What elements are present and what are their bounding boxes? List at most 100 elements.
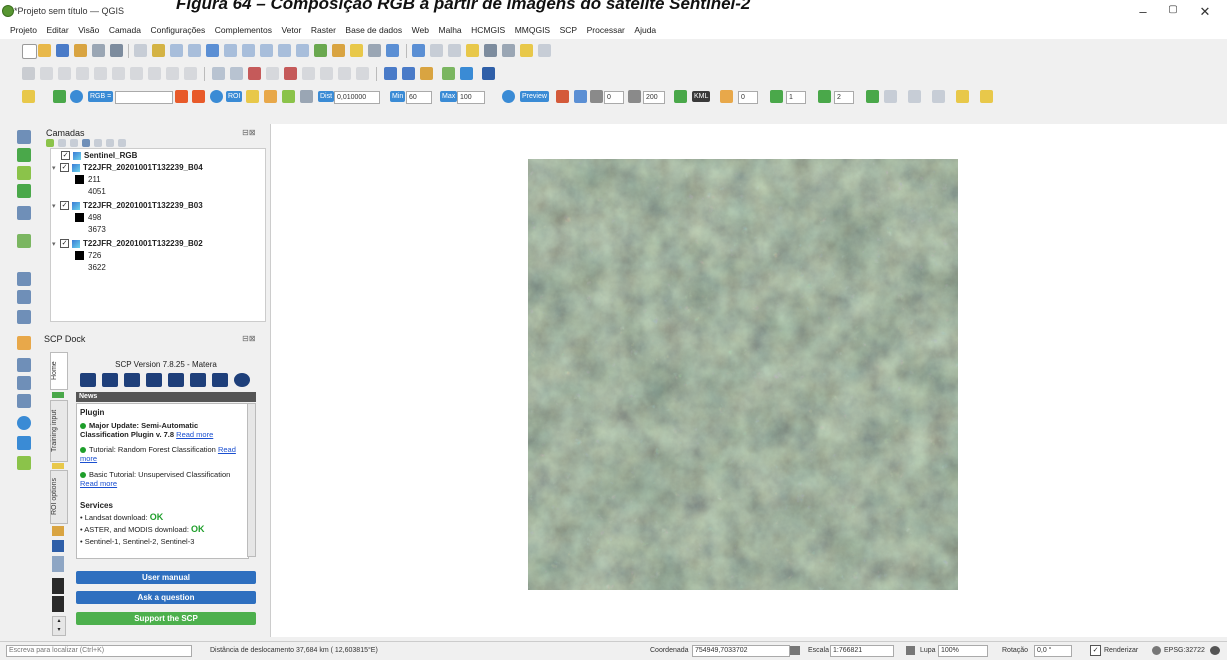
scp-band-calc-icon[interactable] <box>190 373 206 387</box>
menu-raster[interactable]: Raster <box>311 25 336 35</box>
menu-editar[interactable]: Editar <box>46 25 68 35</box>
scp-preprocessing-icon[interactable] <box>146 373 162 387</box>
add-virtual-layer-icon[interactable] <box>17 310 31 324</box>
preview-size-icon[interactable] <box>628 90 641 103</box>
map-tips-icon[interactable] <box>350 44 363 57</box>
layer-checkbox[interactable]: ✓ <box>60 239 69 249</box>
zoom-temp-roi-icon[interactable] <box>210 90 223 103</box>
add-wfs-icon[interactable] <box>17 336 31 350</box>
manage-themes-icon[interactable] <box>70 139 78 147</box>
zoom-native-icon[interactable] <box>260 44 273 57</box>
menu-base-de-dados[interactable]: Base de dados <box>345 25 402 35</box>
lock-scale-icon[interactable] <box>906 646 915 655</box>
zoom-next-icon[interactable] <box>296 44 309 57</box>
add-point-cloud-icon[interactable] <box>17 456 31 470</box>
toolbox-icon[interactable] <box>466 44 479 57</box>
field-calculator-icon[interactable] <box>448 44 461 57</box>
save-as-icon[interactable] <box>74 44 87 57</box>
layout-manager-icon[interactable] <box>110 44 123 57</box>
classification-icon[interactable] <box>674 90 687 103</box>
plugin-icon-1[interactable] <box>908 90 921 103</box>
messages-icon[interactable] <box>1210 646 1220 655</box>
create-roi-icon[interactable] <box>246 90 259 103</box>
ask-question-button[interactable]: Ask a question <box>76 591 256 604</box>
region-growing-icon[interactable] <box>300 90 313 103</box>
menu-processar[interactable]: Processar <box>587 25 625 35</box>
add-geonode-icon[interactable] <box>17 416 31 430</box>
zoom-out-icon[interactable] <box>188 44 201 57</box>
scp-tab-arrow-icon[interactable] <box>52 392 64 398</box>
minimize-button[interactable]: – <box>1133 4 1153 19</box>
menu-vetor[interactable]: Vetor <box>281 25 301 35</box>
plugin-icon-3[interactable] <box>956 90 969 103</box>
toggle-extents-icon[interactable] <box>790 646 800 655</box>
macroclass-icon[interactable] <box>52 526 64 536</box>
print-layout-icon[interactable] <box>92 44 105 57</box>
menu-scp[interactable]: SCP <box>560 25 577 35</box>
layer-b03[interactable]: ▾ ✓ T22JFR_20201001T132239_B03 <box>52 201 203 211</box>
band-input-3[interactable]: 2 <box>834 91 854 104</box>
read-more-link[interactable]: Read more <box>176 430 213 439</box>
menu-mmqgis[interactable]: MMQGIS <box>515 25 550 35</box>
min-input[interactable]: 60 <box>406 91 432 104</box>
expand-all-icon[interactable] <box>94 139 102 147</box>
collapse-all-icon[interactable] <box>106 139 114 147</box>
paste-icon[interactable] <box>148 67 161 80</box>
invert-selection-icon[interactable] <box>302 67 315 80</box>
open-attribute-table-icon[interactable] <box>430 44 443 57</box>
measure-icon[interactable] <box>502 44 515 57</box>
temporal-controller-icon[interactable] <box>368 44 381 57</box>
delete-selected-icon[interactable] <box>94 67 107 80</box>
scp-band-processing-icon[interactable] <box>102 373 118 387</box>
menu-ajuda[interactable]: Ajuda <box>634 25 656 35</box>
next-band-icon-2[interactable] <box>818 90 831 103</box>
new-project-icon[interactable] <box>22 44 37 59</box>
scp-dock-icon[interactable] <box>482 67 495 80</box>
new-bookmark-icon[interactable] <box>314 44 327 57</box>
zoom-in-icon[interactable] <box>170 44 183 57</box>
tab-roi-options[interactable]: ROI options <box>50 470 68 524</box>
input-band-icon[interactable] <box>720 90 733 103</box>
scp-small-icon[interactable] <box>460 67 473 80</box>
expand-arrow-icon[interactable]: ▾ <box>52 202 58 210</box>
scp-batch-icon[interactable] <box>212 373 228 387</box>
remove-layer-icon[interactable] <box>118 139 126 147</box>
plugin-icon-2[interactable] <box>932 90 945 103</box>
layer-b04[interactable]: ▾ ✓ T22JFR_20201001T132239_B04 <box>52 163 203 173</box>
training-tab-icon[interactable] <box>52 463 64 469</box>
preview-transparency-icon[interactable] <box>590 90 603 103</box>
postprocess-tab-icon[interactable] <box>52 596 64 612</box>
coordinate-input[interactable]: 754949,7033702 <box>692 645 790 657</box>
statistics-sum-icon[interactable] <box>484 44 497 57</box>
rgb-select[interactable] <box>115 91 173 104</box>
show-hide-preview-icon[interactable] <box>574 90 587 103</box>
select-polygon-icon[interactable] <box>356 67 369 80</box>
expand-arrow-icon[interactable]: ▾ <box>52 240 58 248</box>
band-calc-icon[interactable] <box>884 90 897 103</box>
deselect-icon[interactable] <box>248 67 261 80</box>
tab-home[interactable]: Home <box>50 352 68 390</box>
kml-label[interactable]: KML <box>692 91 711 102</box>
select-location-icon[interactable] <box>320 67 333 80</box>
filter-legend-icon[interactable] <box>82 139 90 147</box>
cut-icon[interactable] <box>112 67 125 80</box>
crs-globe-icon[interactable] <box>1152 646 1161 655</box>
locator-search-input[interactable]: Escreva para localizar (Ctrl+K) <box>6 645 192 657</box>
undo-icon[interactable] <box>166 67 179 80</box>
zoom-input-image-icon[interactable] <box>70 90 83 103</box>
band-input-2[interactable]: 1 <box>786 91 806 104</box>
read-more-link[interactable]: Read more <box>80 479 117 488</box>
add-group-icon[interactable] <box>58 139 66 147</box>
scroll-tabs-icon[interactable]: ▴ ▾ <box>52 616 66 636</box>
show-bookmarks-icon[interactable] <box>332 44 345 57</box>
magnifier-input[interactable]: 100% <box>938 645 988 657</box>
add-oracle-icon[interactable] <box>17 436 31 450</box>
edit-pencil-icon[interactable] <box>22 67 35 80</box>
add-mesh-icon[interactable] <box>17 290 31 304</box>
copy-icon[interactable] <box>130 67 143 80</box>
zoom-full-icon[interactable] <box>206 44 219 57</box>
data-source-manager-icon[interactable] <box>17 130 31 144</box>
dist-input[interactable]: 0,010000 <box>334 91 380 104</box>
transparency-input[interactable]: 0 <box>604 91 624 104</box>
close-button[interactable]: ✕ <box>1195 4 1215 20</box>
